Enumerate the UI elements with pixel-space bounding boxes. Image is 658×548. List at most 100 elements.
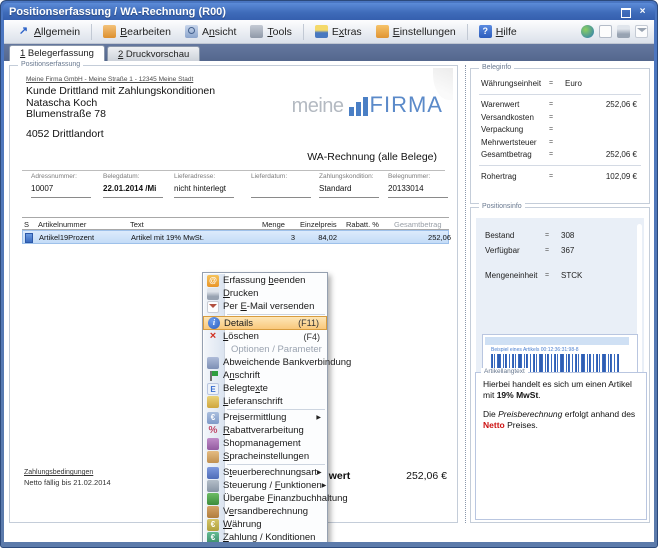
menu-separator bbox=[227, 409, 325, 410]
menu-hilfe[interactable]: ? Hilfe bbox=[472, 22, 524, 41]
context-menu: @Erfassung beendenDruckenPer E-Mail vers… bbox=[202, 272, 328, 542]
header-field-lieferdatum[interactable]: Lieferdatum: bbox=[251, 173, 315, 198]
field-label: Lieferadresse: bbox=[174, 173, 238, 180]
menu-label: Extras bbox=[332, 26, 362, 38]
menu-label: Hilfe bbox=[496, 26, 517, 38]
menu-item-drucken[interactable]: Drucken bbox=[203, 287, 327, 300]
menu-item-anschrift[interactable]: Anschrift bbox=[203, 369, 327, 382]
menu-item-shortcut: (F11) bbox=[298, 318, 322, 328]
section-divider bbox=[479, 165, 641, 166]
info-label: Rohertrag bbox=[481, 172, 549, 181]
info-row-warenwert: Warenwert=252,06 € bbox=[471, 99, 649, 112]
print-icon[interactable] bbox=[617, 25, 630, 38]
menu-item-lieferanschrift[interactable]: Lieferanschrift bbox=[203, 395, 327, 408]
info-row-mehrwertsteuer: Mehrwertsteuer= bbox=[471, 136, 649, 149]
export-icon[interactable] bbox=[599, 25, 612, 38]
menu-bearbeiten[interactable]: Bearbeiten bbox=[96, 22, 178, 41]
field-underline bbox=[388, 197, 448, 198]
submenu-arrow-icon: ▶ bbox=[317, 469, 324, 476]
menu-item-label: Steuerung / Funktionen bbox=[223, 480, 322, 491]
menu-item-zahlung-konditionen[interactable]: €Zahlung / Konditionen bbox=[203, 531, 327, 542]
column-header-text[interactable]: Text bbox=[130, 220, 144, 229]
column-header-menge[interactable]: Menge bbox=[262, 220, 285, 229]
menu-einstellungen[interactable]: Einstellungen bbox=[369, 22, 463, 41]
menu-item-währung[interactable]: €Währung bbox=[203, 518, 327, 531]
globe-icon[interactable] bbox=[581, 25, 594, 38]
menu-item-label: Übergabe Finanzbuchhaltung bbox=[223, 493, 348, 504]
header-field-zahlungskondition[interactable]: Zahlungskondition:Standard bbox=[319, 173, 383, 198]
section-gap bbox=[477, 258, 633, 268]
menu-item-preisermittlung[interactable]: €Preisermittlung▶ bbox=[203, 411, 327, 424]
column-header-rabatt[interactable]: Rabatt. % bbox=[346, 220, 379, 229]
menu-item-label: Shopmanagement bbox=[223, 438, 301, 449]
field-value: nicht hinterlegt bbox=[174, 184, 238, 194]
menu-item-löschen[interactable]: ×Löschen(F4) bbox=[203, 330, 327, 343]
menu-bar-buttons: ↗Allgemein BearbeitenAnsichtTools Extras Ei… bbox=[10, 20, 524, 43]
menu-item-shopmanagement[interactable]: Shopmanagement bbox=[203, 437, 327, 450]
submenu-arrow-icon: ▶ bbox=[322, 482, 329, 489]
tab-2-druckvorschau[interactable]: 2 Druckvorschau bbox=[107, 46, 200, 61]
menu-item-label: Spracheinstellungen bbox=[223, 451, 309, 462]
tools-icon bbox=[250, 25, 263, 38]
price-icon: € bbox=[207, 412, 219, 424]
panel-splitter[interactable] bbox=[465, 65, 466, 523]
column-header-s[interactable]: S bbox=[24, 220, 29, 229]
menu-tools[interactable]: Tools bbox=[243, 22, 299, 41]
menu-item-übergabe-finanzbuchhaltung[interactable]: Übergabe Finanzbuchhaltung bbox=[203, 492, 327, 505]
sender-line: Meine Firma GmbH - Meine Straße 1 - 1234… bbox=[26, 76, 193, 83]
tab-strip: 1 Belegerfassung2 Druckvorschau bbox=[4, 44, 654, 61]
menu-item-label: Währung bbox=[223, 519, 262, 530]
header-field-lieferadresse[interactable]: Lieferadresse: nicht hinterlegt bbox=[174, 173, 238, 198]
menu-item-erfassung-beenden[interactable]: @Erfassung beenden bbox=[203, 274, 327, 287]
info-row-versandkosten: Versandkosten= bbox=[471, 111, 649, 124]
field-label: Belegnummer: bbox=[388, 173, 452, 180]
mail-icon[interactable] bbox=[635, 25, 648, 38]
close-window-icon[interactable] bbox=[636, 6, 649, 18]
menu-item-label: Lieferanschrift bbox=[223, 396, 283, 407]
menu-ansicht[interactable]: Ansicht bbox=[178, 22, 243, 41]
info-label: Mengeneinheit bbox=[485, 271, 545, 280]
menu-item-spracheinstellungen[interactable]: Spracheinstellungen bbox=[203, 450, 327, 463]
header-field-belegnummer[interactable]: Belegnummer:20133014 bbox=[388, 173, 452, 198]
field-label: Adressnummer: bbox=[31, 173, 95, 180]
header-field-adressnummer[interactable]: Adressnummer: 10007 bbox=[31, 173, 95, 198]
field-underline bbox=[251, 197, 311, 198]
restore-window-icon[interactable] bbox=[619, 6, 632, 18]
menu-item-abweichende-bankverbindung[interactable]: Abweichende Bankverbindung bbox=[203, 356, 327, 369]
title-bar: Positionserfassung / WA-Rechnung (R00) bbox=[3, 3, 655, 20]
help-icon: ? bbox=[479, 25, 492, 38]
delivery-icon bbox=[207, 396, 219, 408]
cell-text: Artikel mit 19% MwSt. bbox=[131, 233, 204, 242]
info-row-mengeneinheit: Mengeneinheit=STCK bbox=[477, 268, 633, 283]
menu-allgemein[interactable]: ↗Allgemein bbox=[10, 22, 87, 41]
column-header-gesamtbetrag[interactable]: Gesamtbetrag bbox=[394, 220, 442, 229]
beleginfo-panel: Beleginfo Währungseinheit=EuroWarenwert=… bbox=[470, 68, 650, 204]
menu-item-per-e-mail-versenden[interactable]: Per E-Mail versenden bbox=[203, 300, 327, 313]
table-row[interactable]: Artikel19ProzentArtikel mit 19% MwSt.384… bbox=[22, 230, 449, 244]
menu-item-label: Abweichende Bankverbindung bbox=[223, 357, 351, 368]
equals-glyph: = bbox=[549, 80, 565, 87]
info-row-bestand: Bestand=308 bbox=[477, 228, 633, 243]
menu-item-steuerberechnungsart[interactable]: Steuerberechnungsart▶ bbox=[203, 466, 327, 479]
field-label: Belegdatum: bbox=[103, 173, 167, 180]
equals-glyph: = bbox=[549, 126, 565, 133]
column-header-artikelnummer[interactable]: Artikelnummer bbox=[38, 220, 86, 229]
info-label: Währungseinheit bbox=[481, 79, 549, 88]
field-value: 22.01.2014 /Mi bbox=[103, 184, 167, 194]
payment-terms-label[interactable]: Zahlungsbedingungen bbox=[24, 469, 111, 476]
menu-item-belegtexte[interactable]: EBelegtexte bbox=[203, 382, 327, 395]
menu-item-rabattverarbeitung[interactable]: %Rabattverarbeitung bbox=[203, 424, 327, 437]
menu-item-details[interactable]: iDetails(F11) bbox=[203, 316, 327, 330]
column-header-einzelpreis[interactable]: Einzelpreis bbox=[300, 220, 337, 229]
tab-1-belegerfassung[interactable]: 1 Belegerfassung bbox=[9, 45, 105, 61]
field-value: 10007 bbox=[31, 184, 95, 194]
header-field-belegdatum[interactable]: Belegdatum: 22.01.2014 /Mi bbox=[103, 173, 167, 198]
equals-glyph: = bbox=[549, 173, 565, 180]
menu-item-steuerung-funktionen[interactable]: Steuerung / Funktionen▶ bbox=[203, 479, 327, 492]
menu-extras[interactable]: Extras bbox=[308, 22, 369, 41]
info-row-rohertrag: Rohertrag=102,09 € bbox=[471, 170, 649, 183]
delete-icon: × bbox=[207, 331, 219, 343]
menu-item-versandberechnung[interactable]: Versandberechnung bbox=[203, 505, 327, 518]
info-label: Gesamtbetrag bbox=[481, 150, 549, 159]
menu-item-label: Per E-Mail versenden bbox=[223, 301, 314, 312]
